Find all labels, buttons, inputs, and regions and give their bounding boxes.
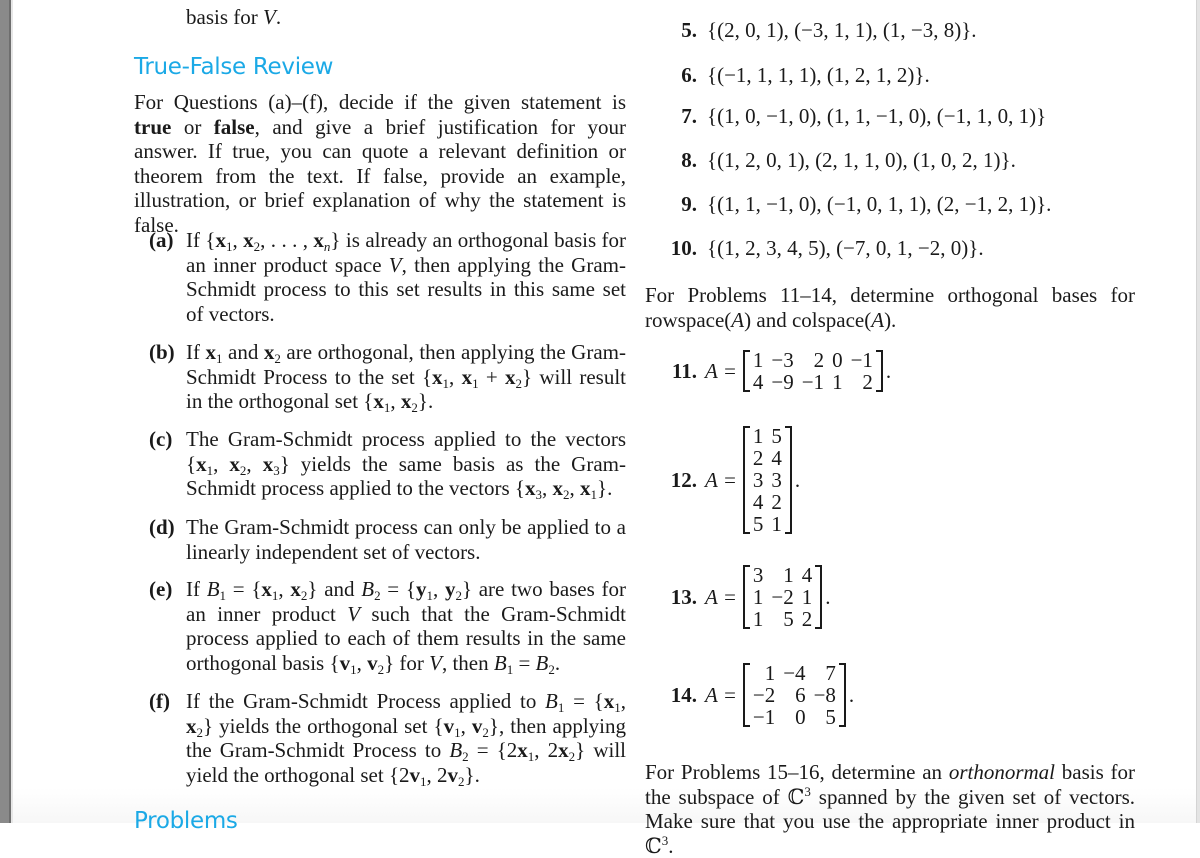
matrix-entry: −9: [771, 370, 794, 394]
tf-question-f: (f) If the Gram-Schmidt Process applied …: [149, 689, 627, 789]
matrix-entry: −1: [752, 705, 776, 729]
matrix-lhs: A =: [705, 467, 737, 492]
problems-11-14-instructions: For Problems 11–14, determine orthogonal…: [645, 283, 1135, 332]
true-false-review-heading: True-False Review: [134, 54, 334, 80]
matrix-entry: 2: [771, 490, 782, 514]
problem-7: 7. {(1, 0, −1, 0), (1, 1, −1, 0), (−1, 1,…: [681, 104, 1047, 128]
problems-heading: Problems: [134, 808, 238, 834]
tf-question-b: (b) If x1 and x2 are orthogonal, then ap…: [149, 340, 626, 414]
problems-15-16-instructions: For Problems 15–16, determine an orthono…: [645, 760, 1136, 858]
matrix-entry: 2: [813, 348, 825, 372]
matrix-lhs: A =: [705, 682, 737, 707]
matrix-row: 314: [749, 564, 816, 586]
matrix-entry: −1: [801, 370, 825, 394]
tf-statement: The Gram-Schmidt process applied to the …: [186, 427, 626, 502]
matrix: 1 −4 7 −2 6 −8 −1 0 5: [742, 662, 846, 728]
matrix-entry: 1: [801, 585, 813, 609]
tf-statement: If B1 = {x1, x2} and B2 = {y1, y2} are t…: [186, 577, 627, 677]
matrix-entry: 1: [764, 661, 776, 685]
true-false-intro: For Questions (a)–(f), decide if the giv…: [134, 90, 626, 237]
tf-statement: If the Gram-Schmidt Process applied to B…: [186, 689, 627, 789]
matrix-entry: 0: [832, 348, 843, 372]
page-left-shadow: [11, 0, 13, 823]
matrix: 1 −3 2 0 −1 4 −9 −1 1 2: [742, 349, 883, 393]
matrix-entry: 2: [862, 370, 873, 394]
problem-11: 11. A = 1 −3 2 0 −1 4 −9 −1 1 2 .: [671, 348, 892, 394]
matrix-row: 152: [749, 608, 816, 630]
matrix-row: 51: [749, 513, 786, 535]
matrix-entry: −2: [771, 585, 794, 609]
matrix-row: 1 −3 2 0 −1: [749, 349, 877, 371]
tf-question-d: (d) The Gram-Schmidt process can only be…: [149, 515, 626, 564]
tf-label: (a): [149, 228, 174, 252]
problem-14: 14. A = 1 −4 7 −2 6 −8 −1 0 5 .: [670, 661, 855, 729]
matrix-entry: 5: [783, 607, 794, 631]
tf-statement: If {x1, x2, . . . , xn} is already an or…: [186, 228, 627, 326]
tf-label: (f): [149, 689, 170, 713]
matrix-row: 1 −2 1: [749, 586, 816, 608]
matrix: 1524334251: [742, 425, 792, 535]
matrix-entry: 4: [771, 446, 782, 470]
matrix-entry: 5: [771, 424, 782, 448]
document-page: basis for V. True-False Review For Quest…: [0, 0, 1200, 858]
matrix-entry: 4: [801, 563, 813, 587]
tf-label: (c): [149, 427, 173, 451]
matrix-entry: 1: [752, 348, 764, 372]
matrix-row: 15: [749, 425, 786, 447]
matrix-row: −1 0 5: [749, 706, 840, 728]
matrix-entry: 7: [825, 661, 836, 685]
problem-6: 6. {(−1, 1, 1, 1), (1, 2, 1, 2)}.: [681, 63, 930, 87]
matrix-entry: 3: [771, 468, 782, 492]
problem-9: 9. {(1, 1, −1, 0), (−1, 0, 1, 1), (2, −1,…: [681, 192, 1052, 216]
tf-question-c: (c) The Gram-Schmidt process applied to …: [149, 427, 626, 501]
matrix-lhs: A =: [705, 358, 737, 383]
matrix-entry: 4: [752, 490, 764, 514]
matrix-entry: −3: [771, 348, 794, 372]
tf-label: (d): [149, 515, 175, 539]
matrix-entry: 1: [752, 424, 764, 448]
matrix-row: −2 6 −8: [749, 684, 840, 706]
matrix: 3 1 4 1 −2 1 1 5 2: [742, 564, 823, 630]
matrix-lhs: A =: [705, 584, 737, 609]
matrix-entry: 3: [752, 468, 764, 492]
matrix-entry: 1: [771, 512, 782, 536]
viewer-right-scroll-edge[interactable]: [1196, 0, 1200, 823]
problem-13: 13. A = 3 1 4 1 −2 1 1 5 2 .: [670, 563, 831, 631]
matrix-entry: 2: [752, 446, 764, 470]
tf-label: (b): [149, 340, 175, 364]
matrix-entry: −4: [783, 661, 806, 685]
matrix-row: 42: [749, 491, 786, 513]
matrix-entry: 5: [752, 512, 764, 536]
problem-10: 10. {(1, 2, 3, 4, 5), (−7, 0, 1, −2, 0)}.: [670, 236, 984, 260]
tf-question-a: (a) If {x1, x2, . . . , xn} is already a…: [149, 228, 626, 326]
matrix-entry: 2: [801, 607, 813, 631]
matrix-entry: 5: [825, 705, 836, 729]
tf-statement: The Gram-Schmidt process can only be app…: [186, 515, 626, 564]
matrix-entry: 1: [752, 585, 764, 609]
basis-for-v-fragment: basis for V.: [186, 5, 282, 29]
matrix-entry: −8: [813, 683, 836, 707]
matrix-entry: 4: [752, 370, 764, 394]
matrix-entry: 1: [752, 607, 764, 631]
matrix-entry: 6: [795, 683, 806, 707]
matrix-entry: 3: [752, 563, 764, 587]
tf-label: (e): [149, 577, 173, 601]
tf-question-e: (e) If B1 = {x1, x2} and B2 = {y1, y2} a…: [149, 577, 627, 677]
problem-8: 8. {(1, 2, 0, 1), (2, 1, 1, 0), (1, 0, 2,…: [681, 148, 1016, 172]
matrix-entry: −1: [850, 348, 873, 372]
tf-statement: If x1 and x2 are orthogonal, then applyi…: [186, 340, 627, 415]
matrix-row: 33: [749, 469, 786, 491]
matrix-row: 4 −9 −1 1 2: [749, 371, 877, 393]
matrix-entry: −2: [752, 683, 776, 707]
matrix-row: 24: [749, 447, 786, 469]
viewer-left-gutter: [0, 0, 11, 823]
matrix-row: 1 −4 7: [749, 662, 840, 684]
problem-5: 5. {(2, 0, 1), (−3, 1, 1), (1, −3, 8)}.: [681, 18, 977, 42]
matrix-entry: 1: [783, 563, 794, 587]
problem-12: 12. A = 1524334251 .: [670, 424, 801, 536]
matrix-entry: 1: [832, 370, 843, 394]
matrix-entry: 0: [795, 705, 806, 729]
